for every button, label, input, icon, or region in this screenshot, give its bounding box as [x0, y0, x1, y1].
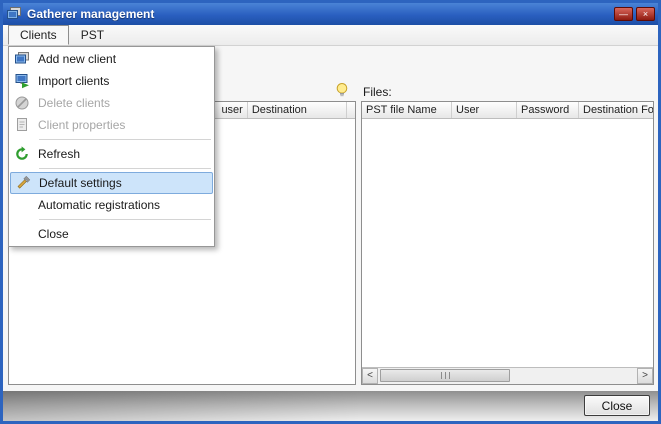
menu-item-add-new-client[interactable]: Add new client: [9, 48, 214, 70]
scroll-right-button[interactable]: >: [637, 368, 653, 384]
menu-item-label: Close: [38, 227, 69, 241]
window-title: Gatherer management: [27, 7, 611, 21]
app-icon: [6, 6, 22, 22]
close-button[interactable]: Close: [584, 395, 650, 416]
column-header-destination-folder[interactable]: Destination Fol: [579, 102, 653, 118]
menu-item-label: Add new client: [38, 52, 116, 66]
minimize-button[interactable]: —: [614, 7, 633, 21]
add-client-icon: [14, 51, 30, 67]
menu-item-label: Automatic registrations: [38, 198, 160, 212]
import-clients-icon: [14, 73, 30, 89]
close-window-button[interactable]: ×: [636, 7, 655, 21]
menu-item-automatic-registrations[interactable]: Automatic registrations: [9, 194, 214, 216]
scrollbar-thumb[interactable]: [380, 369, 510, 382]
footer-bar: Close: [3, 391, 658, 421]
menu-separator: [39, 168, 211, 169]
menu-separator: [39, 139, 211, 140]
column-header-user[interactable]: User: [452, 102, 517, 118]
menu-item-refresh[interactable]: Refresh: [9, 143, 214, 165]
files-horizontal-scrollbar[interactable]: < >: [362, 367, 653, 384]
files-list-header: PST file Name User Password Destination …: [362, 102, 653, 119]
window-controls: — ×: [611, 7, 655, 21]
scrollbar-grip: [441, 372, 450, 379]
column-header-password[interactable]: Password: [517, 102, 579, 118]
gatherer-management-window: Gatherer management — × Clients PST File…: [0, 0, 661, 424]
column-header-pst-file-name[interactable]: PST file Name: [362, 102, 452, 118]
wrench-icon: [15, 175, 31, 191]
empty-icon-space: [14, 197, 30, 213]
clients-dropdown-menu: Add new client Import clients Delete: [8, 46, 215, 247]
menu-item-default-settings[interactable]: Default settings: [10, 172, 213, 194]
files-list-body[interactable]: [362, 119, 653, 367]
column-header-destination[interactable]: Destination: [248, 102, 347, 118]
menubar: Clients PST: [3, 25, 658, 46]
refresh-icon: [14, 146, 30, 162]
lightbulb-icon: [334, 82, 350, 98]
menu-item-client-properties: Client properties: [9, 114, 214, 136]
menu-separator: [39, 219, 211, 220]
menu-clients[interactable]: Clients: [8, 25, 69, 45]
menu-item-label: Default settings: [39, 176, 122, 190]
scroll-left-button[interactable]: <: [362, 368, 378, 384]
menu-item-label: Delete clients: [38, 96, 110, 110]
files-list-panel: PST file Name User Password Destination …: [361, 101, 654, 385]
client-properties-icon: [14, 117, 30, 133]
empty-icon-space: [14, 226, 30, 242]
files-label: Files:: [363, 85, 392, 99]
menu-item-close[interactable]: Close: [9, 223, 214, 245]
delete-clients-icon: [14, 95, 30, 111]
menu-item-label: Refresh: [38, 147, 80, 161]
menu-item-delete-clients: Delete clients: [9, 92, 214, 114]
titlebar[interactable]: Gatherer management — ×: [3, 3, 658, 25]
menu-item-label: Client properties: [38, 118, 125, 132]
menu-pst[interactable]: PST: [69, 25, 116, 45]
scrollbar-track[interactable]: [378, 368, 637, 384]
column-header-filler: [347, 102, 355, 118]
menu-item-import-clients[interactable]: Import clients: [9, 70, 214, 92]
menu-item-label: Import clients: [38, 74, 109, 88]
